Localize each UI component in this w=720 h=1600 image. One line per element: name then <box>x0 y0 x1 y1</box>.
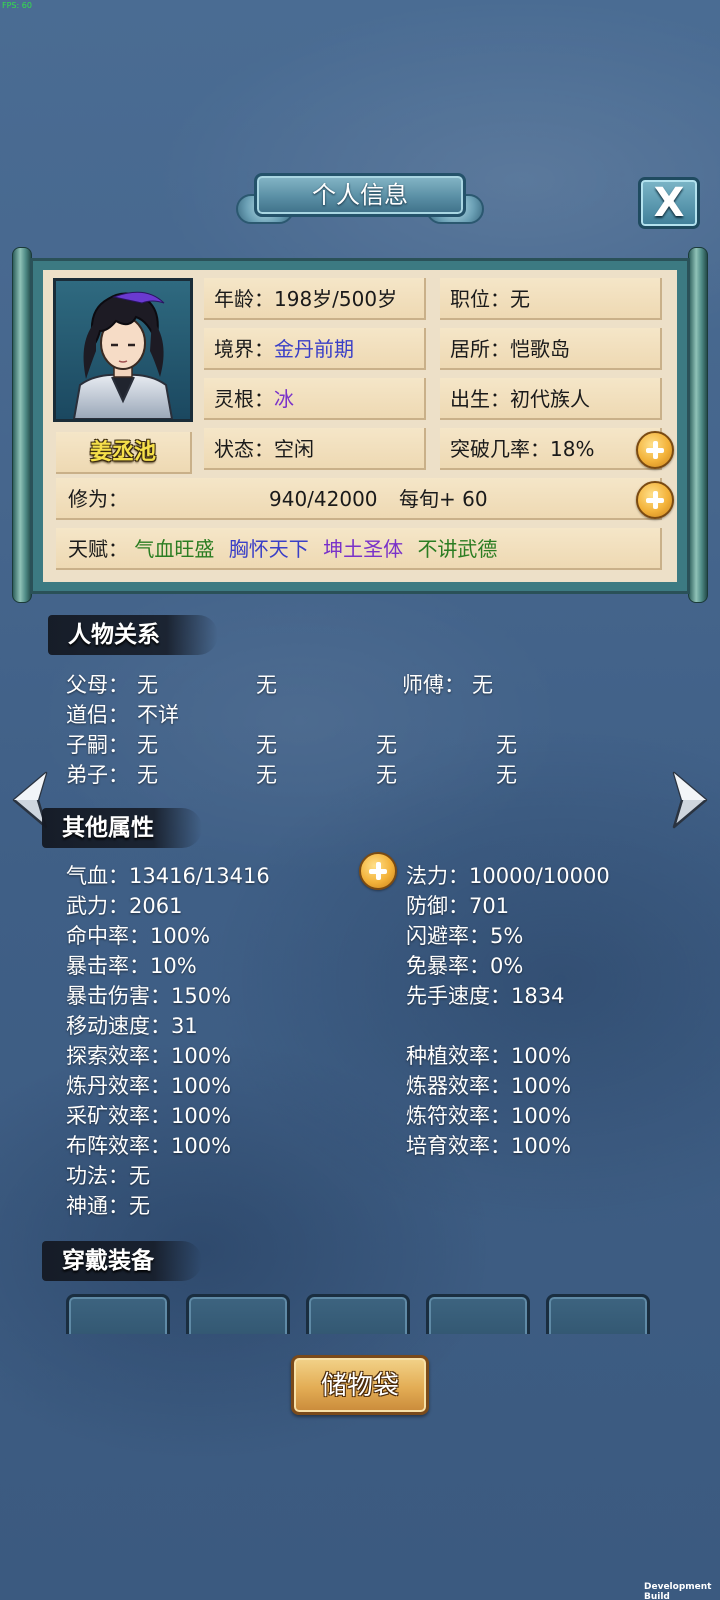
scroll-rod-left <box>12 247 32 603</box>
fps-counter: FPS: 60 <box>2 1 32 10</box>
close-button[interactable]: X <box>638 177 700 229</box>
equipment-slot[interactable] <box>306 1294 410 1334</box>
age-value: 198岁/500岁 <box>274 287 398 311</box>
attribute-hit-rate: 命中率：100% <box>66 924 211 948</box>
child-value[interactable]: 无 <box>256 729 277 759</box>
attributes-section-header: 其他属性 <box>42 808 202 848</box>
master-value[interactable]: 无 <box>472 669 493 699</box>
breakthrough-label: 突破几率： <box>450 437 550 461</box>
parents-label: 父母： <box>66 673 129 697</box>
equipment-strip <box>40 1290 680 1334</box>
disciple-value[interactable]: 无 <box>137 759 158 789</box>
spirit-root-label: 灵根： <box>214 387 274 411</box>
scroll-rod-right <box>688 247 708 603</box>
position-value: 无 <box>510 287 530 311</box>
equipment-slot[interactable] <box>66 1294 170 1334</box>
development-build-label: Development Build <box>644 1582 712 1600</box>
attribute-alchemy-efficiency: 炼丹效率：100% <box>66 1074 232 1098</box>
equipment-section-header: 穿戴装备 <box>42 1241 202 1281</box>
talents-label: 天赋： <box>68 537 128 561</box>
character-avatar-icon <box>72 291 174 420</box>
disciples-label: 弟子： <box>66 763 129 787</box>
character-name: 姜丞池 <box>56 432 192 474</box>
hp-plus-button[interactable] <box>359 852 397 890</box>
breakthrough-field: 突破几率：18% <box>440 428 662 470</box>
relations-section-header: 人物关系 <box>48 615 218 655</box>
attribute-hp: 气血：13416/13416 <box>66 864 270 888</box>
attribute-planting-efficiency: 种植效率：100% <box>406 1044 572 1068</box>
cultivation-field: 修为： 940/42000 每旬+ 60 <box>56 478 662 520</box>
cultivation-value: 940/42000 <box>269 487 378 511</box>
master-label: 师傅： <box>402 673 465 697</box>
cultivation-rate: 每旬+ 60 <box>399 487 488 511</box>
disciple-value[interactable]: 无 <box>496 759 517 789</box>
cultivation-label: 修为： <box>68 487 128 511</box>
attribute-breeding-efficiency: 培育效率：100% <box>406 1134 572 1158</box>
status-field: 状态：空闲 <box>204 428 426 470</box>
attribute-move-speed: 移动速度：31 <box>66 1014 198 1038</box>
parent-value[interactable]: 无 <box>256 669 277 699</box>
residence-value: 恺歌岛 <box>510 337 570 361</box>
residence-field: 居所：恺歌岛 <box>440 328 662 370</box>
storage-bag-button[interactable]: 储物袋 <box>291 1355 429 1415</box>
birth-label: 出生： <box>450 387 510 411</box>
attribute-crit-damage: 暴击伤害：150% <box>66 984 232 1008</box>
realm-value: 金丹前期 <box>274 337 354 361</box>
realm-field: 境界：金丹前期 <box>204 328 426 370</box>
breakthrough-plus-button[interactable] <box>636 431 674 469</box>
talent-tag[interactable]: 坤土圣体 <box>323 537 403 561</box>
attribute-mana: 法力：10000/10000 <box>406 864 610 888</box>
breakthrough-value: 18% <box>550 437 595 461</box>
talents-field: 天赋： 气血旺盛 胸怀天下 坤土圣体 不讲武德 <box>56 528 662 570</box>
character-portrait[interactable] <box>53 278 193 422</box>
children-label: 子嗣： <box>66 733 129 757</box>
age-label: 年龄： <box>214 287 274 311</box>
equipment-slot[interactable] <box>426 1294 530 1334</box>
attribute-formation-efficiency: 布阵效率：100% <box>66 1134 232 1158</box>
attribute-forging-efficiency: 炼器效率：100% <box>406 1074 572 1098</box>
attribute-initiative-speed: 先手速度：1834 <box>406 984 565 1008</box>
position-field: 职位：无 <box>440 278 662 320</box>
residence-label: 居所： <box>450 337 510 361</box>
page-title: 个人信息 <box>312 181 408 209</box>
birth-value: 初代族人 <box>510 387 590 411</box>
attribute-crit-rate: 暴击率：10% <box>66 954 197 978</box>
disciple-value[interactable]: 无 <box>376 759 397 789</box>
disciple-value[interactable]: 无 <box>256 759 277 789</box>
partner-value[interactable]: 不详 <box>137 699 179 729</box>
status-label: 状态： <box>214 437 274 461</box>
attribute-talisman-efficiency: 炼符效率：100% <box>406 1104 572 1128</box>
talent-tag[interactable]: 气血旺盛 <box>134 537 214 561</box>
talent-tag[interactable]: 不讲武德 <box>417 537 497 561</box>
spirit-root-field: 灵根：冰 <box>204 378 426 420</box>
child-value[interactable]: 无 <box>496 729 517 759</box>
equipment-slot[interactable] <box>186 1294 290 1334</box>
realm-label: 境界： <box>214 337 274 361</box>
attribute-technique: 功法：无 <box>66 1164 150 1188</box>
birth-field: 出生：初代族人 <box>440 378 662 420</box>
parent-value[interactable]: 无 <box>137 669 158 699</box>
talent-tag[interactable]: 胸怀天下 <box>229 537 309 561</box>
attribute-dodge-rate: 闪避率：5% <box>406 924 524 948</box>
partner-label: 道侣： <box>66 703 129 727</box>
spirit-root-value: 冰 <box>274 387 294 411</box>
status-value: 空闲 <box>274 437 314 461</box>
attribute-divine-power: 神通：无 <box>66 1194 150 1218</box>
attribute-crit-resist: 免暴率：0% <box>406 954 524 978</box>
next-page-arrow-icon[interactable] <box>670 771 710 829</box>
equipment-slot[interactable] <box>546 1294 650 1334</box>
attribute-attack: 武力：2061 <box>66 894 183 918</box>
attribute-explore-efficiency: 探索效率：100% <box>66 1044 232 1068</box>
attribute-defense: 防御：701 <box>406 894 510 918</box>
attribute-mining-efficiency: 采矿效率：100% <box>66 1104 232 1128</box>
age-field: 年龄：198岁/500岁 <box>204 278 426 320</box>
cultivation-plus-button[interactable] <box>636 481 674 519</box>
child-value[interactable]: 无 <box>376 729 397 759</box>
title-banner: 个人信息 <box>236 168 484 230</box>
child-value[interactable]: 无 <box>137 729 158 759</box>
position-label: 职位： <box>450 287 510 311</box>
